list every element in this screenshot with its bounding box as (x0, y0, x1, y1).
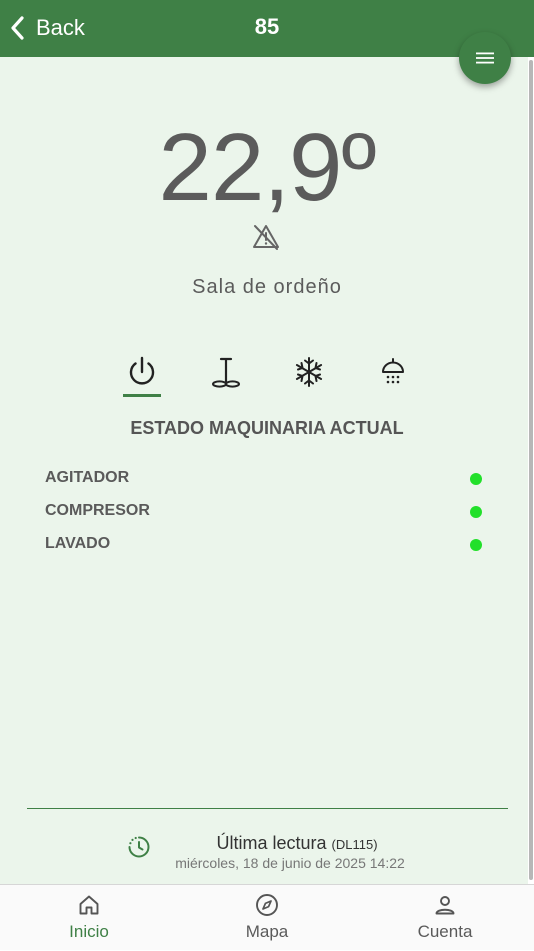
machine-row-compresor: COMPRESOR (45, 498, 485, 524)
last-reading-title: Última lectura (DL115) (172, 832, 422, 856)
machine-row-agitador: AGITADOR (45, 465, 485, 491)
nav-cuenta[interactable]: Cuenta (390, 885, 500, 951)
agitator-icon (212, 357, 240, 388)
bottom-navigation: Inicio Mapa Cuenta (0, 884, 534, 950)
hamburger-menu-icon (476, 52, 494, 64)
tab-active-indicator (123, 394, 161, 397)
nav-label: Cuenta (417, 922, 473, 941)
machine-row-lavado: LAVADO (45, 531, 485, 557)
nav-label: Mapa (245, 922, 289, 941)
back-button[interactable]: Back (8, 10, 85, 46)
status-indicator (470, 539, 482, 551)
compass-icon (256, 894, 278, 916)
menu-button[interactable] (459, 32, 511, 84)
tab-agitator[interactable] (204, 352, 248, 398)
temperature-reading: 22,9º (158, 114, 377, 221)
device-code: (DL115) (331, 837, 378, 852)
location-label: Sala de ordeño (192, 276, 342, 298)
machine-name: LAVADO (45, 535, 111, 552)
machine-name: COMPRESOR (45, 502, 150, 519)
last-reading-date: miércoles, 18 de junio de 2025 14:22 (175, 855, 405, 871)
tab-power[interactable] (120, 352, 164, 398)
home-icon (79, 895, 99, 915)
chevron-left-icon (11, 16, 24, 40)
status-indicator (470, 473, 482, 485)
account-icon (435, 896, 455, 915)
status-indicator (470, 506, 482, 518)
tab-washing[interactable] (371, 352, 415, 398)
last-reading-label: Última lectura (216, 833, 327, 853)
shower-icon (382, 358, 404, 384)
alarm-off-icon (253, 225, 279, 250)
back-label: Back (36, 15, 85, 40)
nav-label: Inicio (69, 922, 109, 941)
snowflake-icon (295, 357, 323, 387)
clock-history-icon (128, 836, 150, 858)
tab-compressor[interactable] (287, 352, 331, 398)
power-icon (129, 356, 155, 385)
nav-inicio[interactable]: Inicio (34, 885, 144, 951)
divider (27, 808, 508, 809)
machinery-status-title: ESTADO MAQUINARIA ACTUAL (130, 418, 404, 438)
machine-name: AGITADOR (45, 469, 130, 486)
app-header: Back 85 (0, 0, 534, 57)
nav-mapa[interactable]: Mapa (212, 885, 322, 951)
